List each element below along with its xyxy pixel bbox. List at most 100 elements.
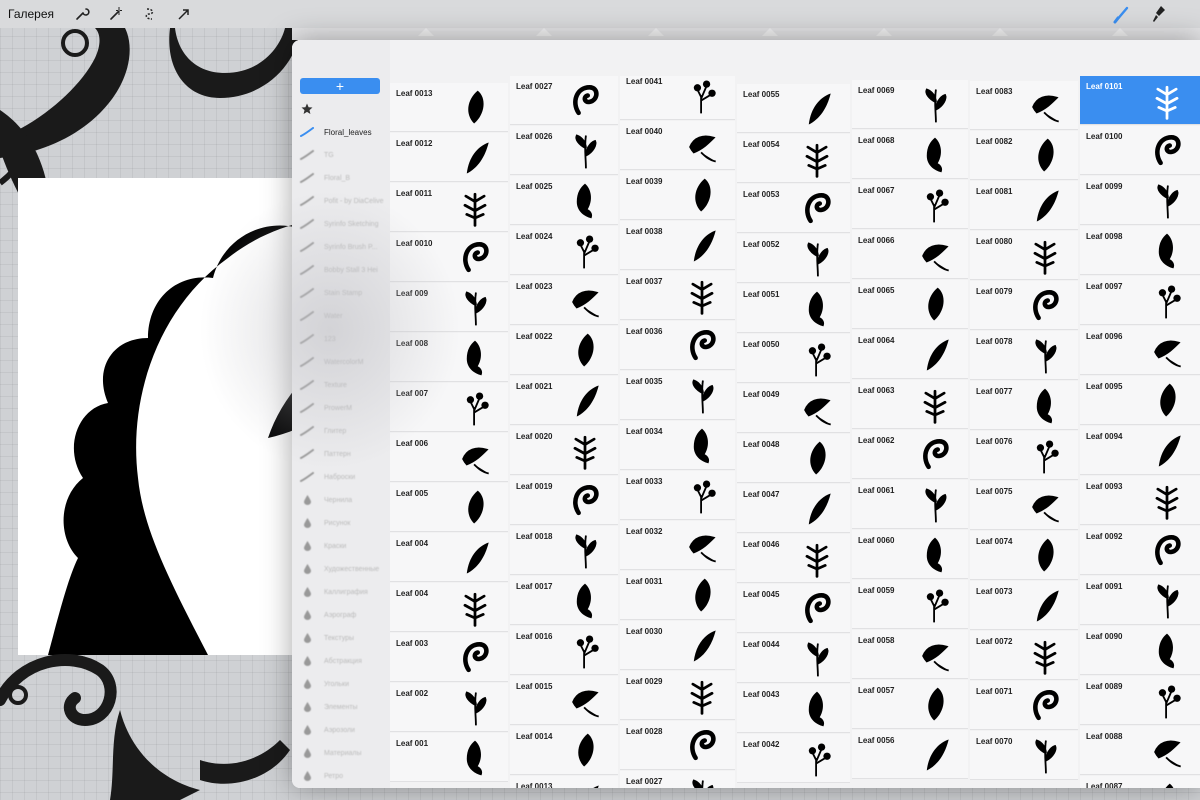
brush-item[interactable]: Leaf 0087 [1080, 776, 1200, 788]
brush-item[interactable]: Leaf 005 [390, 483, 508, 532]
brush-item[interactable]: Leaf 004 [390, 583, 508, 632]
brush-item[interactable]: Leaf 0042 [737, 734, 850, 783]
brush-item[interactable]: Leaf 0021 [510, 376, 618, 425]
brush-item[interactable]: Leaf 0036 [620, 321, 735, 370]
smudge-icon[interactable] [1150, 4, 1170, 24]
brush-item[interactable]: Leaf 0018 [510, 526, 618, 575]
brush-item[interactable]: Leaf 0031 [620, 571, 735, 620]
brush-item[interactable]: Leaf 0083 [970, 81, 1078, 130]
brush-item[interactable]: Leaf 0091 [1080, 576, 1200, 625]
brush-item[interactable]: Leaf 0068 [852, 130, 968, 179]
brush-set-item[interactable]: ProwerM [300, 397, 390, 419]
brush-item[interactable]: Leaf 003 [390, 633, 508, 682]
brush-set-item[interactable]: Глитер [300, 420, 390, 442]
brush-item[interactable]: Leaf 0033 [620, 471, 735, 520]
brush-item[interactable]: Leaf 0051 [737, 284, 850, 333]
brush-item[interactable]: Leaf 0070 [970, 731, 1078, 780]
brush-item[interactable]: Leaf 0096 [1080, 326, 1200, 375]
brush-set-item[interactable]: Syrinfo Brush P... [300, 236, 390, 258]
brush-item[interactable]: Leaf 0041 [620, 76, 735, 120]
brush-item[interactable]: Leaf 0057 [852, 680, 968, 729]
brush-item[interactable]: Leaf 0064 [852, 330, 968, 379]
brush-set-item[interactable]: 123 [300, 328, 390, 350]
brush-item[interactable]: Leaf 0023 [510, 276, 618, 325]
brush-item[interactable]: Leaf 0065 [852, 280, 968, 329]
brush-item[interactable]: Leaf 0044 [737, 634, 850, 683]
brush-item[interactable]: Leaf 0074 [970, 531, 1078, 580]
brush-item[interactable]: Leaf 0078 [970, 331, 1078, 380]
brush-item[interactable]: Leaf 0016 [510, 626, 618, 675]
brush-item[interactable]: Leaf 008 [390, 333, 508, 382]
brush-item[interactable]: Leaf 0095 [1080, 376, 1200, 425]
brush-item[interactable]: Leaf 0019 [510, 476, 618, 525]
brush-item[interactable]: Leaf 0026 [510, 126, 618, 175]
brush-item[interactable]: Leaf 0080 [970, 231, 1078, 280]
brush-set-item[interactable]: Pofit - by DiaCelive [300, 190, 390, 212]
brush-item[interactable]: Leaf 0027 [510, 76, 618, 125]
brush-item[interactable]: Leaf 0059 [852, 580, 968, 629]
brush-item[interactable]: Leaf 0032 [620, 521, 735, 570]
brush-item[interactable]: Leaf 0035 [620, 371, 735, 420]
brush-item[interactable]: Leaf 0048 [737, 434, 850, 483]
brush-item[interactable]: Leaf 0049 [737, 384, 850, 433]
brush-item[interactable]: Leaf 0013 [390, 83, 508, 132]
brush-item[interactable]: Leaf 0079 [970, 281, 1078, 330]
brush-item[interactable]: Leaf 0028 [620, 721, 735, 770]
brush-item[interactable]: Leaf 0054 [737, 134, 850, 183]
brush-item[interactable]: Leaf 0052 [737, 234, 850, 283]
gallery-button[interactable]: Галерея [8, 7, 54, 21]
brush-set-item[interactable]: Материалы [300, 742, 390, 764]
brush-item[interactable]: Leaf 0017 [510, 576, 618, 625]
brush-set-item[interactable]: Каллиграфия [300, 581, 390, 603]
brush-set-item[interactable]: Ретро [300, 765, 390, 787]
brush-item[interactable]: Leaf 0063 [852, 380, 968, 429]
brush-item[interactable]: Leaf 0082 [970, 131, 1078, 180]
brush-item[interactable]: Leaf 0092 [1080, 526, 1200, 575]
brush-item[interactable]: Leaf 0013 [510, 776, 618, 788]
brush-item[interactable]: Leaf 0011 [390, 183, 508, 232]
brush-icon[interactable] [1112, 4, 1132, 24]
brush-item[interactable]: Leaf 001 [390, 733, 508, 782]
selection-icon[interactable] [140, 4, 160, 24]
brush-item[interactable]: Leaf 009 [390, 283, 508, 332]
brush-set-item[interactable]: Floral_leaves [300, 121, 390, 143]
brush-item[interactable]: Leaf 0015 [510, 676, 618, 725]
brush-item[interactable]: Leaf 0060 [852, 530, 968, 579]
brush-item[interactable]: Leaf 0014 [510, 726, 618, 775]
brush-item[interactable]: Leaf 0093 [1080, 476, 1200, 525]
brush-item[interactable]: Leaf 007 [390, 383, 508, 432]
brush-set-item[interactable]: Текстуры [300, 627, 390, 649]
brush-set-item[interactable]: Bobby Stall 3 Hei [300, 259, 390, 281]
brush-set-item[interactable]: Аэрозоли [300, 719, 390, 741]
brush-set-item[interactable]: Texture [300, 374, 390, 396]
brush-item[interactable]: Leaf 0038 [620, 221, 735, 270]
brush-item[interactable]: Leaf 0072 [970, 631, 1078, 680]
brush-item[interactable]: Leaf 0101 [1080, 76, 1200, 125]
brush-set-item[interactable]: TG [300, 144, 390, 166]
brush-item[interactable]: Leaf 0053 [737, 184, 850, 233]
brush-item[interactable]: Leaf 0098 [1080, 226, 1200, 275]
brush-item[interactable]: Leaf 0029 [620, 671, 735, 720]
brush-set-item[interactable]: Stain Stamp [300, 282, 390, 304]
brush-item[interactable]: Leaf 0020 [510, 426, 618, 475]
brush-item[interactable]: Leaf 0069 [852, 80, 968, 129]
brush-set-item[interactable]: Floral_B [300, 167, 390, 189]
brush-item[interactable]: Leaf 0062 [852, 430, 968, 479]
brush-item[interactable]: Leaf 0045 [737, 584, 850, 633]
brush-set-item[interactable]: Абстракция [300, 650, 390, 672]
brush-item[interactable]: Leaf 0022 [510, 326, 618, 375]
brush-set-item[interactable]: WatercolorM [300, 351, 390, 373]
brush-item[interactable]: Leaf 004 [390, 533, 508, 582]
transform-arrow-icon[interactable] [174, 4, 194, 24]
brush-item[interactable]: Leaf 0034 [620, 421, 735, 470]
brush-set-item[interactable]: Наброски [300, 466, 390, 488]
brush-item[interactable]: Leaf 0010 [390, 233, 508, 282]
brush-item[interactable]: Leaf 0094 [1080, 426, 1200, 475]
brush-set-item[interactable]: Элементы [300, 696, 390, 718]
brush-item[interactable]: Leaf 0067 [852, 180, 968, 229]
brush-item[interactable]: Leaf 0066 [852, 230, 968, 279]
magic-wand-icon[interactable] [106, 4, 126, 24]
brush-item[interactable]: Leaf 0055 [737, 84, 850, 133]
brush-item[interactable]: Leaf 0058 [852, 630, 968, 679]
wrench-icon[interactable] [72, 4, 92, 24]
